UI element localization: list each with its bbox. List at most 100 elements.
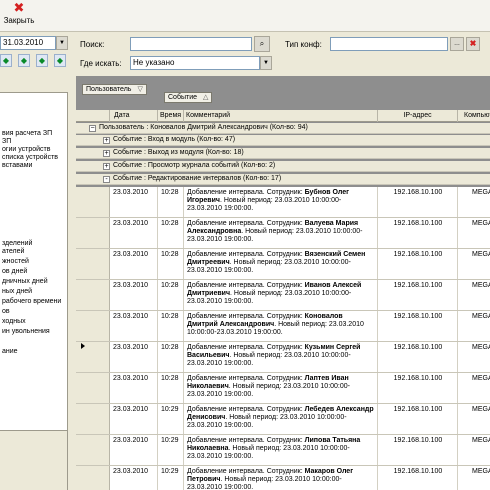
group-chip-user[interactable]: Пользователь ▽ <box>82 84 147 95</box>
header-date[interactable]: Дата <box>110 110 158 122</box>
expand-icon[interactable]: + <box>103 137 110 144</box>
where-dropdown-button[interactable]: ▼ <box>260 56 272 70</box>
table-row[interactable]: 23.03.2010 10:28 Добавление интервала. Сот… <box>76 280 490 311</box>
table-row[interactable]: 23.03.2010 10:28 Добавление интервала. Сот… <box>76 218 490 249</box>
nav-first-icon[interactable]: ◆ <box>0 54 12 67</box>
tree-item[interactable]: ин увольнения <box>2 327 50 336</box>
cell-ip: 192.168.10.100 <box>378 373 458 403</box>
comment-text: Добавление интервала. Сотрудник: <box>187 220 305 227</box>
where-label: Где искать: <box>80 59 122 68</box>
filter-arrow-icon: ▽ <box>137 86 143 93</box>
close-icon: ✖ <box>13 1 25 16</box>
group-row-user[interactable]: − Пользователь : Коновалов Дмитрий Алекс… <box>76 123 490 134</box>
close-button[interactable]: ✖ Закрыть <box>2 1 36 30</box>
cell-computer: MEGA <box>458 280 490 310</box>
group-chip-event[interactable]: Событие △ <box>164 92 213 103</box>
events-grid: Пользователь ▽ Событие △ Дата Время Коммен… <box>76 76 490 490</box>
table-row[interactable]: 23.03.2010 10:29 Добавление интервала. Сот… <box>76 435 490 466</box>
tree-item[interactable]: ателей <box>2 247 24 256</box>
expand-icon[interactable]: + <box>103 150 110 157</box>
tree-item[interactable]: рабочего времени <box>2 297 61 306</box>
header-time[interactable]: Время <box>158 110 184 122</box>
cell-time: 10:29 <box>158 404 184 434</box>
conf-clear-icon[interactable]: ✖ <box>466 37 480 51</box>
date-dropdown-button[interactable]: ▼ <box>56 36 68 50</box>
cell-ip: 192.168.10.100 <box>378 218 458 248</box>
cell-date: 23.03.2010 <box>110 435 158 465</box>
table-row[interactable]: 23.03.2010 10:28 Добавление интервала. Сот… <box>76 311 490 342</box>
cell-computer: MEGA <box>458 249 490 279</box>
search-input[interactable] <box>130 37 252 51</box>
tree-item[interactable]: ов дней <box>2 267 27 276</box>
header-comment[interactable]: Комментарий <box>184 110 378 122</box>
cell-ip: 192.168.10.100 <box>378 404 458 434</box>
cell-date: 23.03.2010 <box>110 404 158 434</box>
group-row-event[interactable]: + Событие : Просмотр журнала событий (Кол… <box>76 161 490 172</box>
nav-last-icon[interactable]: ◆ <box>54 54 66 67</box>
cell-computer: MEGA <box>458 404 490 434</box>
tree-item[interactable]: ание <box>2 347 18 356</box>
comment-text: Добавление интервала. Сотрудник: <box>187 313 305 320</box>
group-row-event-label: Событие : Просмотр журнала событий (Кол-… <box>113 162 276 169</box>
group-row-event[interactable]: - Событие : Редактирование интервалов (Ко… <box>76 174 490 185</box>
cell-comment: Добавление интервала. Сотрудник: Иванов … <box>184 280 378 310</box>
conf-label: Тип конф: <box>285 40 322 49</box>
expand-icon[interactable]: + <box>103 163 110 170</box>
cell-computer: MEGA <box>458 342 490 372</box>
comment-text: Добавление интервала. Сотрудник: <box>187 375 305 382</box>
tree-item[interactable]: ных дней <box>2 287 32 296</box>
header-ip[interactable]: IP-адрес <box>378 110 458 122</box>
grid-header: Дата Время Комментарий IP-адрес Компьют <box>76 110 490 122</box>
group-row-event[interactable]: + Событие : Вход в модуль (Кол-во: 47) <box>76 135 490 146</box>
cell-computer: MEGA <box>458 373 490 403</box>
header-computer[interactable]: Компьют <box>458 110 490 122</box>
cell-date: 23.03.2010 <box>110 373 158 403</box>
cell-time: 10:28 <box>158 218 184 248</box>
tree-item[interactable]: ходных <box>2 317 26 326</box>
cell-computer: MEGA <box>458 466 490 490</box>
group-row-event-label: Событие : Выход из модуля (Кол-во: 18) <box>113 149 244 156</box>
cell-ip: 192.168.10.100 <box>378 249 458 279</box>
collapse-icon[interactable]: - <box>103 176 110 183</box>
where-select[interactable]: Не указано <box>130 56 260 70</box>
cell-time: 10:28 <box>158 342 184 372</box>
nav-prev-icon[interactable]: ◆ <box>18 54 30 67</box>
cell-comment: Добавление интервала. Сотрудник: Вязенск… <box>184 249 378 279</box>
tree-item[interactable]: дничных дней <box>2 277 48 286</box>
nav-next-icon[interactable]: ◆ <box>36 54 48 67</box>
conf-input[interactable] <box>330 37 448 51</box>
toolbar: ✖ Закрыть <box>0 0 490 32</box>
table-row[interactable]: 23.03.2010 10:28 Добавление интервала. Сот… <box>76 342 490 373</box>
cell-ip: 192.168.10.100 <box>378 280 458 310</box>
cell-computer: MEGA <box>458 187 490 217</box>
table-row[interactable]: 23.03.2010 10:28 Добавление интервала. Сот… <box>76 249 490 280</box>
tree-item[interactable]: вставами <box>2 161 32 170</box>
cell-time: 10:29 <box>158 435 184 465</box>
table-row[interactable]: 23.03.2010 10:29 Добавление интервала. Сот… <box>76 466 490 490</box>
cell-date: 23.03.2010 <box>110 249 158 279</box>
cell-ip: 192.168.10.100 <box>378 187 458 217</box>
conf-browse-button[interactable]: … <box>450 37 464 51</box>
table-row[interactable]: 23.03.2010 10:28 Добавление интервала. Сот… <box>76 373 490 404</box>
table-row[interactable]: 23.03.2010 10:29 Добавление интервала. Сот… <box>76 404 490 435</box>
tree-item[interactable]: ов <box>2 307 10 316</box>
group-row-user-label: Пользователь : Коновалов Дмитрий Алексан… <box>99 124 308 131</box>
date-field[interactable]: 31.03.2010 <box>0 36 56 50</box>
group-row-event[interactable]: + Событие : Выход из модуля (Кол-во: 18) <box>76 148 490 159</box>
collapse-icon[interactable]: − <box>89 125 96 132</box>
search-button-icon[interactable]: ⌕ <box>254 36 270 52</box>
close-button-label: Закрыть <box>3 16 35 25</box>
left-panel-footer <box>0 430 68 490</box>
group-row-event-label: Событие : Вход в модуль (Кол-во: 47) <box>113 136 236 143</box>
table-row[interactable]: 23.03.2010 10:28 Добавление интервала. Сот… <box>76 187 490 218</box>
cell-comment: Добавление интервала. Сотрудник: Коновал… <box>184 311 378 341</box>
comment-text: Добавление интервала. Сотрудник: <box>187 406 305 413</box>
cell-date: 23.03.2010 <box>110 187 158 217</box>
cell-time: 10:28 <box>158 249 184 279</box>
tree-item[interactable]: жностей <box>2 257 29 266</box>
cell-date: 23.03.2010 <box>110 280 158 310</box>
cell-time: 10:28 <box>158 280 184 310</box>
cell-computer: MEGA <box>458 311 490 341</box>
cell-date: 23.03.2010 <box>110 218 158 248</box>
group-row-event-label: Событие : Редактирование интервалов (Кол… <box>113 175 282 182</box>
